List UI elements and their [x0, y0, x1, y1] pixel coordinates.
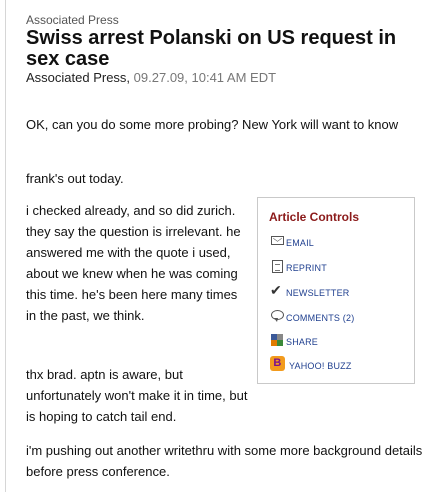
yahoo-buzz-link[interactable]: b YAHOO! BUZZ [270, 356, 352, 372]
left-border [5, 0, 6, 492]
yahoo-buzz-icon: b [270, 356, 285, 371]
article-headline: Swiss arrest Polanski on US request in s… [26, 27, 397, 70]
speech-bubble-icon [270, 309, 284, 323]
article-source: Associated Press [26, 13, 119, 27]
body-paragraph-2: frank's out today. [26, 171, 124, 186]
article-controls-box: Article Controls EMAIL REPRINT ✔ NEWSLET… [257, 197, 415, 384]
reprint-label: REPRINT [286, 262, 327, 273]
body-paragraph-3: i checked already, and so did zurich. th… [26, 203, 241, 323]
byline-author: Associated Press, [26, 70, 131, 85]
byline-date: 09.27.09, 10:41 AM EDT [133, 70, 277, 85]
newsletter-label: NEWSLETTER [286, 287, 350, 298]
document-icon [270, 259, 284, 273]
email-label: EMAIL [286, 237, 315, 248]
checkmark-icon: ✔ [270, 282, 282, 298]
body-paragraph-4: thx brad. aptn is aware, but unfortunate… [26, 367, 248, 424]
reprint-link[interactable]: REPRINT [270, 258, 327, 274]
email-link[interactable]: EMAIL [270, 233, 314, 249]
newsletter-link[interactable]: ✔ NEWSLETTER [270, 282, 350, 299]
envelope-icon [270, 234, 284, 248]
share-label: SHARE [286, 336, 319, 347]
comments-link[interactable]: COMMENTS (2) [270, 308, 354, 324]
body-paragraph-1: OK, can you do some more probing? New Yo… [26, 117, 399, 132]
share-link[interactable]: SHARE [270, 332, 318, 348]
yahoo-buzz-label: YAHOO! BUZZ [289, 360, 352, 371]
share-icon [270, 333, 284, 347]
comments-label: COMMENTS (2) [286, 312, 355, 323]
body-paragraph-5: i'm pushing out another writethru with s… [26, 443, 423, 479]
article-byline: Associated Press, 09.27.09, 10:41 AM EDT [26, 70, 276, 85]
article-controls-title: Article Controls [269, 210, 360, 224]
